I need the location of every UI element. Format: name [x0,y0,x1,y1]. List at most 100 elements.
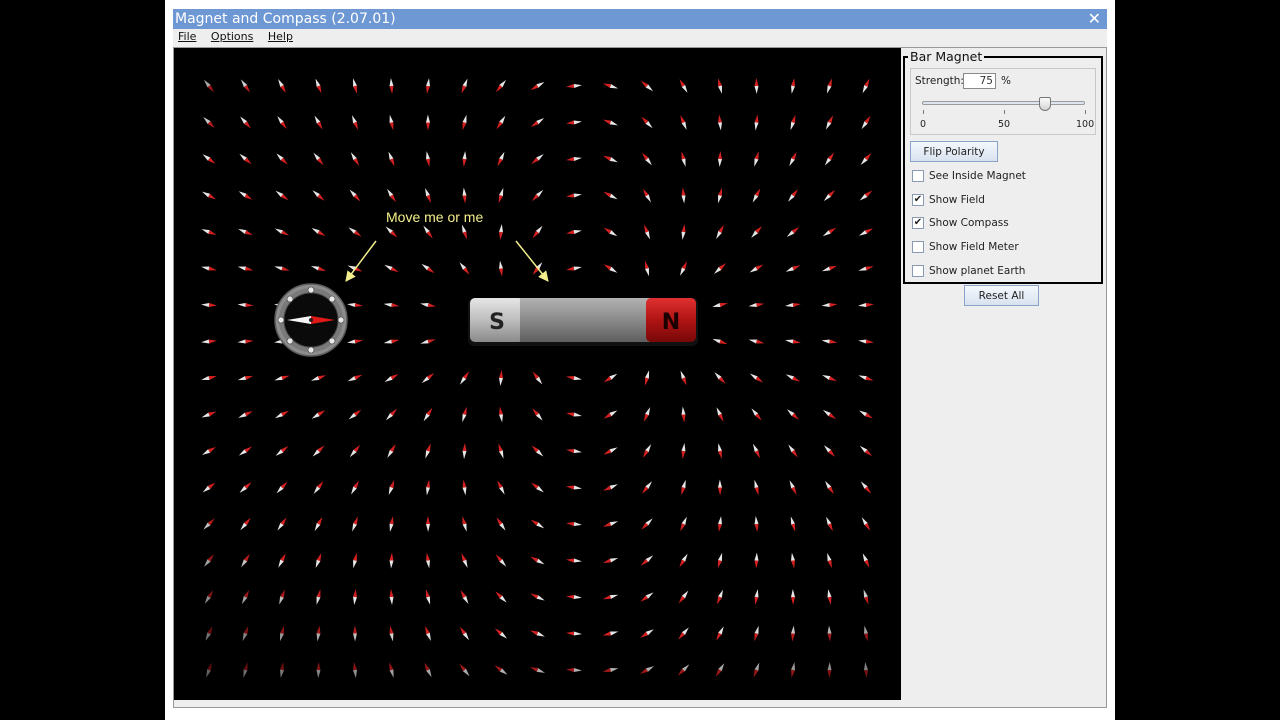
field-needle [826,516,833,532]
field-needle [791,662,795,678]
compass[interactable] [274,283,348,357]
field-needle [201,411,217,418]
checkbox-row-show-field-meter[interactable]: Show Field Meter [912,239,1019,255]
checkbox-row-show-field[interactable]: ✔ Show Field [912,192,985,208]
field-needle [461,78,468,94]
field-needle [718,479,722,496]
field-needle [753,662,760,678]
field-needle [201,229,217,235]
strength-slider-thumb[interactable] [1039,97,1052,111]
field-needle [348,227,362,237]
show-planet-earth-checkbox[interactable] [912,265,924,277]
field-needle [603,227,618,237]
field-needle [347,303,363,307]
field-needle [681,406,686,423]
bar-magnet-panel-title: Bar Magnet [908,49,985,64]
field-needle [789,480,797,495]
field-needle [751,408,762,421]
field-needle [641,481,653,494]
field-needle [420,303,436,307]
field-needle [824,152,835,166]
field-needle [387,444,396,458]
slider-tick-label-min: 0 [920,119,927,130]
field-needle [603,191,618,200]
field-needle [238,446,253,456]
field-needle [241,553,250,568]
field-needle [530,556,545,565]
strength-slider[interactable] [922,97,1085,111]
field-needle [644,370,650,386]
field-needle [864,662,868,678]
field-needle [680,370,687,386]
field-needle [791,589,795,605]
field-needle [351,115,359,130]
field-needle [716,626,724,641]
flip-polarity-button[interactable]: Flip Polarity [910,141,998,162]
field-needle [425,188,431,203]
checkbox-row-show-compass[interactable]: ✔ Show Compass [912,215,1009,231]
field-needle [602,83,619,89]
field-needle [754,78,759,94]
menu-options[interactable]: Options [211,29,253,45]
see-inside-magnet-checkbox[interactable] [912,170,924,182]
field-needle [497,480,505,495]
show-field-meter-checkbox[interactable] [912,241,924,253]
field-needle [862,553,870,568]
field-needle [754,151,759,167]
field-needle [384,374,399,382]
field-needle [566,558,582,563]
field-needle [785,339,801,344]
field-needle [205,626,213,641]
field-needle [316,589,321,605]
field-needle [384,264,399,273]
show-compass-checkbox[interactable]: ✔ [912,217,924,229]
field-needle [237,266,254,271]
menu-file[interactable]: File [178,29,196,45]
field-needle [276,153,288,165]
show-field-checkbox[interactable]: ✔ [912,194,924,206]
field-needle [602,558,619,563]
magnet-south-label: S [489,310,505,335]
field-needle [823,189,836,202]
field-needle [494,665,508,675]
field-needle [274,266,290,271]
field-needle [680,261,687,276]
field-needle [566,230,582,234]
field-needle [640,666,654,674]
show-compass-label: Show Compass [929,217,1009,229]
field-needle [641,518,653,530]
field-needle [826,78,833,94]
strength-input[interactable] [963,73,996,89]
field-needle [202,154,216,164]
menu-help[interactable]: Help [268,29,293,45]
field-needle [499,260,503,277]
field-needle [279,589,285,605]
checkbox-row-see-inside-magnet[interactable]: See Inside Magnet [912,168,1026,184]
field-needle [864,625,868,642]
reset-all-button[interactable]: Reset All [964,285,1039,306]
field-needle [353,625,357,642]
field-needle [426,78,430,94]
play-area: Move me or me S N [174,48,901,700]
field-needle [716,407,724,422]
field-needle [677,664,690,676]
checkbox-row-show-planet-earth[interactable]: Show planet Earth [912,263,1025,279]
bar-magnet[interactable]: S N [468,298,698,346]
field-needle [603,155,618,163]
slider-tick-label-mid: 50 [998,119,1011,130]
field-needle [530,593,545,601]
field-needle [603,447,618,455]
field-needle [790,516,796,532]
field-needle [459,371,470,385]
field-needle [858,339,874,344]
field-needle [459,663,470,677]
field-needle [531,482,544,493]
title-bar: Magnet and Compass (2.07.01) ✕ [173,9,1107,29]
field-needle [532,371,543,385]
field-needle [749,264,764,273]
close-icon[interactable]: ✕ [1088,9,1101,29]
field-needle [821,339,838,344]
field-needle [822,227,837,237]
field-needle [754,479,759,496]
field-needle [350,152,360,166]
